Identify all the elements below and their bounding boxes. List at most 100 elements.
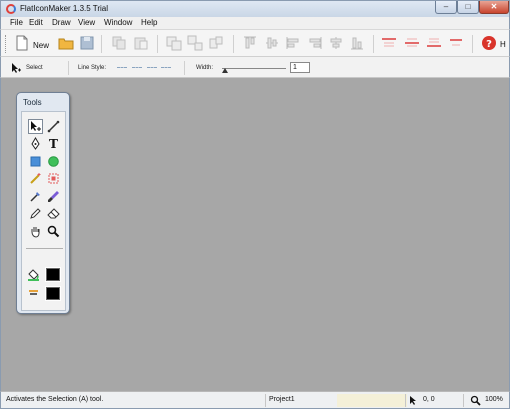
fill-color-swatch[interactable] [45, 267, 61, 282]
menu-help[interactable]: Help [141, 18, 157, 27]
distribute-middle-icon [405, 38, 419, 47]
ungroup-button[interactable] [187, 35, 203, 51]
line-style-dash[interactable] [132, 67, 142, 68]
ellipse-tool[interactable] [46, 154, 61, 169]
ellipse-icon [48, 156, 59, 167]
tools-divider [26, 248, 63, 249]
line-icon [47, 120, 60, 133]
align-center-button[interactable] [328, 35, 344, 51]
distribute-bottom-icon [427, 38, 441, 47]
paste-button[interactable] [133, 35, 149, 51]
close-button[interactable]: ✕ [479, 1, 509, 14]
pen-nib-icon [31, 137, 40, 150]
toolbar-separator [157, 35, 158, 53]
tools-panel-body: T [21, 111, 66, 311]
align-left-button[interactable] [285, 35, 301, 51]
status-separator [405, 394, 406, 407]
text-tool[interactable]: T [46, 136, 61, 151]
new-document-icon [16, 35, 28, 51]
copy-icon [112, 36, 126, 50]
copy-button[interactable] [111, 35, 127, 51]
tools-panel: Tools T [16, 92, 70, 314]
project-name: Project1 [269, 396, 295, 403]
pen-tool[interactable] [28, 136, 43, 151]
distribute-top-button[interactable] [381, 35, 397, 51]
pencil-tool[interactable] [28, 206, 43, 221]
line-tool[interactable] [46, 119, 61, 134]
align-top-icon [244, 36, 256, 49]
pencil-icon [30, 208, 41, 219]
line-style-label: Line Style: [78, 65, 107, 71]
distribute-top-icon [382, 38, 396, 47]
stroke-color-swatch[interactable] [45, 286, 61, 301]
selection-arrow-icon [31, 121, 41, 131]
menu-bar: File Edit Draw View Window Help [0, 17, 510, 29]
eraser-icon [47, 208, 60, 219]
cursor-position-icon [410, 396, 416, 405]
align-middle-button[interactable] [264, 35, 280, 51]
open-button[interactable] [58, 35, 74, 51]
distribute-middle-button[interactable] [404, 35, 420, 51]
main-toolbar: New ? H [0, 29, 510, 57]
menu-view[interactable]: View [78, 18, 95, 27]
status-separator [463, 394, 464, 407]
rectangle-icon [30, 156, 41, 167]
eyedropper-tool[interactable] [28, 189, 43, 204]
minimize-button[interactable]: – [435, 1, 457, 14]
menu-edit[interactable]: Edit [29, 18, 43, 27]
distribute-horizontal-button[interactable] [448, 35, 464, 51]
status-separator [265, 394, 266, 407]
align-middle-icon [266, 37, 278, 49]
align-top-button[interactable] [242, 35, 258, 51]
help-button-label: H [500, 40, 506, 49]
paste-icon [134, 37, 148, 50]
eraser-tool[interactable] [46, 206, 61, 221]
hand-icon [31, 227, 40, 238]
toolbar-separator [373, 35, 374, 53]
fill-bucket-icon [28, 269, 39, 281]
maximize-button[interactable]: □ [457, 1, 479, 14]
line-style-dash-dot[interactable] [161, 67, 171, 68]
line-style-dot[interactable] [147, 67, 157, 68]
transform-tool[interactable] [46, 171, 61, 186]
menu-file[interactable]: File [10, 18, 23, 27]
group-button[interactable] [166, 35, 182, 51]
zoom-tool[interactable] [46, 224, 61, 239]
text-t-icon: T [49, 137, 58, 151]
width-input[interactable]: 1 [290, 62, 310, 73]
tools-panel-title: Tools [23, 98, 42, 107]
brush-tool[interactable] [46, 189, 61, 204]
menu-window[interactable]: Window [104, 18, 132, 27]
toolbar-separator [472, 35, 473, 53]
stroke-color-icon [29, 290, 38, 295]
save-button[interactable] [79, 35, 95, 51]
width-slider-track[interactable] [222, 68, 286, 69]
line-style-solid[interactable] [117, 67, 127, 68]
distribute-bottom-button[interactable] [426, 35, 442, 51]
magic-wand-tool[interactable] [28, 171, 43, 186]
group-icon [166, 36, 182, 51]
width-label: Width: [196, 65, 214, 71]
align-bottom-button[interactable] [349, 35, 365, 51]
menu-draw[interactable]: Draw [52, 18, 71, 27]
align-right-button[interactable] [307, 35, 323, 51]
rectangle-tool[interactable] [28, 154, 43, 169]
current-tool-label: Select [26, 65, 43, 71]
zoom-level: 100% [485, 396, 503, 403]
property-separator [184, 61, 185, 75]
arrange-button[interactable] [208, 35, 224, 51]
svg-text:T: T [49, 137, 58, 151]
selection-tool[interactable] [28, 119, 43, 134]
open-folder-icon [58, 38, 74, 50]
help-button[interactable]: ? [481, 35, 497, 51]
fill-color-row[interactable] [25, 267, 62, 283]
hand-tool[interactable] [28, 224, 43, 239]
app-logo-icon [6, 4, 16, 14]
canvas-area[interactable] [0, 78, 510, 391]
property-bar: Select Line Style: Width: 1 [0, 57, 510, 78]
toolbar-grip[interactable] [5, 35, 8, 53]
brush-icon [48, 191, 59, 202]
new-document-button[interactable] [14, 35, 30, 51]
width-slider-thumb[interactable] [222, 68, 228, 73]
stroke-color-row[interactable] [25, 286, 62, 302]
